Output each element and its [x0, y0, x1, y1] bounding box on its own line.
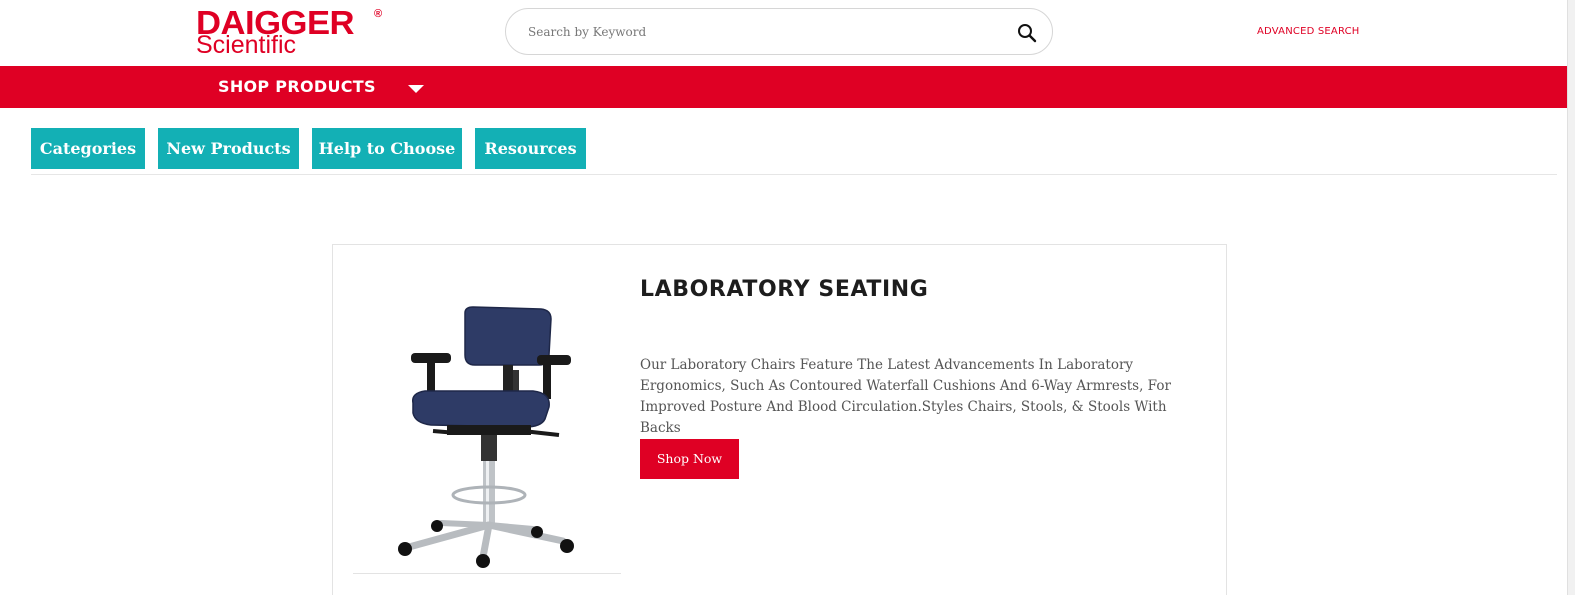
tab-resources[interactable]: Resources [475, 128, 586, 169]
logo-registered-mark: ® [374, 8, 383, 20]
main-nav-bar: SHOP PRODUCTS [0, 66, 1567, 108]
caret-down-icon[interactable] [408, 85, 424, 93]
page-scrollbar[interactable] [1567, 0, 1575, 595]
tab-categories[interactable]: Categories [31, 128, 145, 169]
nav-divider [31, 174, 1557, 175]
site-header: DAIGGER ® Scientific ADVANCED SEARCH [0, 0, 1567, 66]
daigger-logo[interactable]: DAIGGER ® Scientific [196, 6, 396, 60]
feature-title: LABORATORY SEATING [640, 277, 929, 302]
shop-now-button[interactable]: Shop Now [640, 439, 739, 479]
product-image[interactable] [353, 285, 621, 574]
tab-help-to-choose[interactable]: Help to Choose [312, 128, 462, 169]
feature-card: LABORATORY SEATING Our Laboratory Chairs… [332, 244, 1227, 595]
feature-description: Our Laboratory Chairs Feature The Latest… [640, 357, 1171, 436]
logo-subtitle: Scientific [196, 31, 297, 59]
search-icon[interactable] [1016, 22, 1038, 44]
advanced-search-link[interactable]: ADVANCED SEARCH [1257, 26, 1360, 37]
shop-products-menu[interactable]: SHOP PRODUCTS [218, 77, 376, 96]
lab-chair-image [398, 306, 574, 568]
search-box [505, 8, 1053, 55]
tab-new-products[interactable]: New Products [158, 128, 299, 169]
search-input[interactable] [528, 21, 998, 43]
